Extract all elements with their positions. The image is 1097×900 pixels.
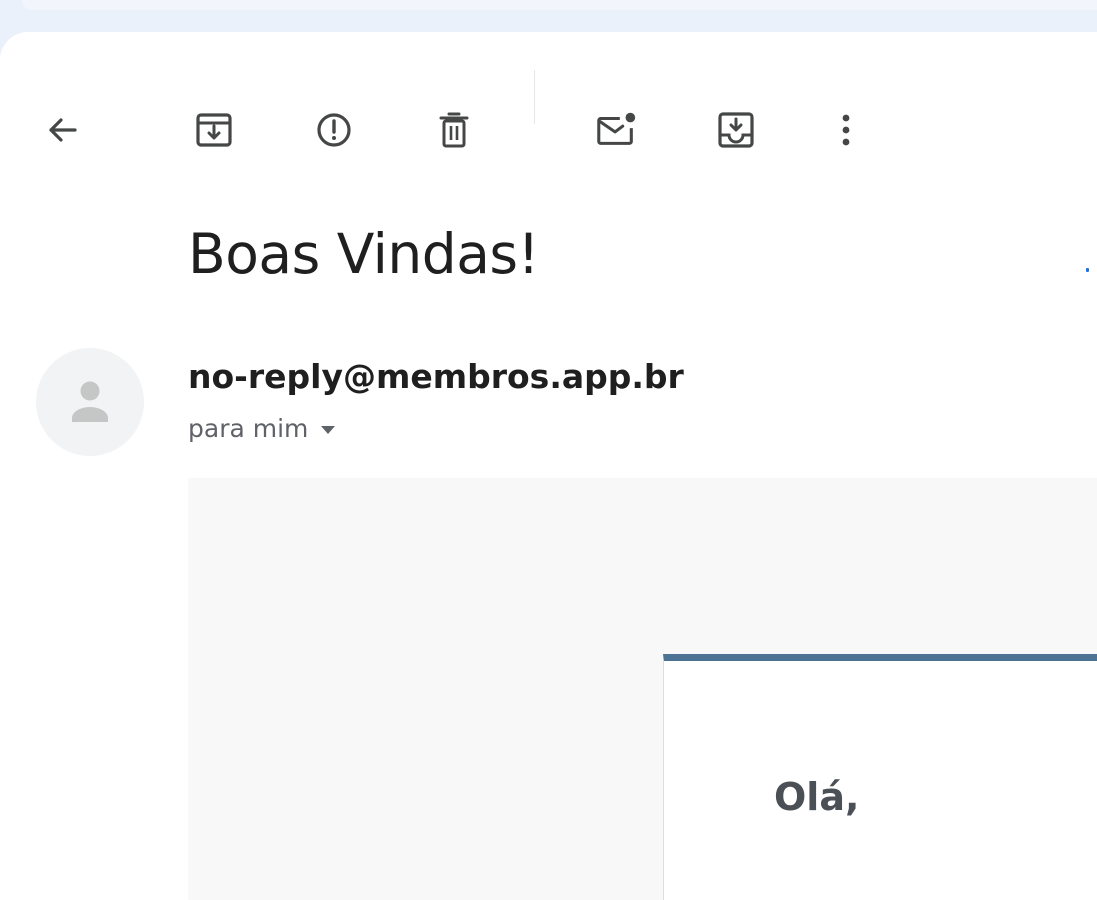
- mark-unread-icon: [597, 112, 636, 145]
- arrow-left-icon: [49, 118, 77, 142]
- app-header-band: [0, 0, 1097, 32]
- move-to-button[interactable]: [714, 108, 758, 152]
- recipient-label: para mim: [188, 414, 309, 443]
- trash-icon: [439, 112, 469, 148]
- message-pane: Boas Vindas! no-reply@membros.app.br par…: [0, 32, 1097, 900]
- mark-unread-button[interactable]: [594, 108, 638, 152]
- caret-down-icon: [321, 426, 336, 434]
- email-content-card: Olá,: [663, 654, 1097, 900]
- message-toolbar: [0, 32, 1097, 164]
- recipient-details-toggle[interactable]: para mim: [188, 412, 336, 446]
- label-marker: [1086, 268, 1089, 272]
- report-spam-icon: [317, 113, 351, 147]
- back-button[interactable]: [40, 108, 84, 152]
- archive-icon: [196, 113, 232, 147]
- more-options-button[interactable]: [824, 108, 868, 152]
- person-icon: [72, 381, 108, 422]
- report-spam-button[interactable]: [312, 108, 356, 152]
- sender-address[interactable]: no-reply@membros.app.br: [188, 356, 684, 398]
- email-body: Olá,: [188, 478, 1097, 900]
- more-vert-icon: [842, 114, 850, 146]
- email-greeting: Olá,: [774, 775, 860, 819]
- delete-button[interactable]: [432, 108, 476, 152]
- move-to-inbox-icon: [718, 112, 754, 148]
- toolbar-divider: [534, 70, 535, 124]
- archive-button[interactable]: [192, 108, 236, 152]
- header-strip: [22, 0, 1097, 10]
- sender-avatar[interactable]: [36, 348, 144, 456]
- email-subject: Boas Vindas!: [188, 222, 540, 286]
